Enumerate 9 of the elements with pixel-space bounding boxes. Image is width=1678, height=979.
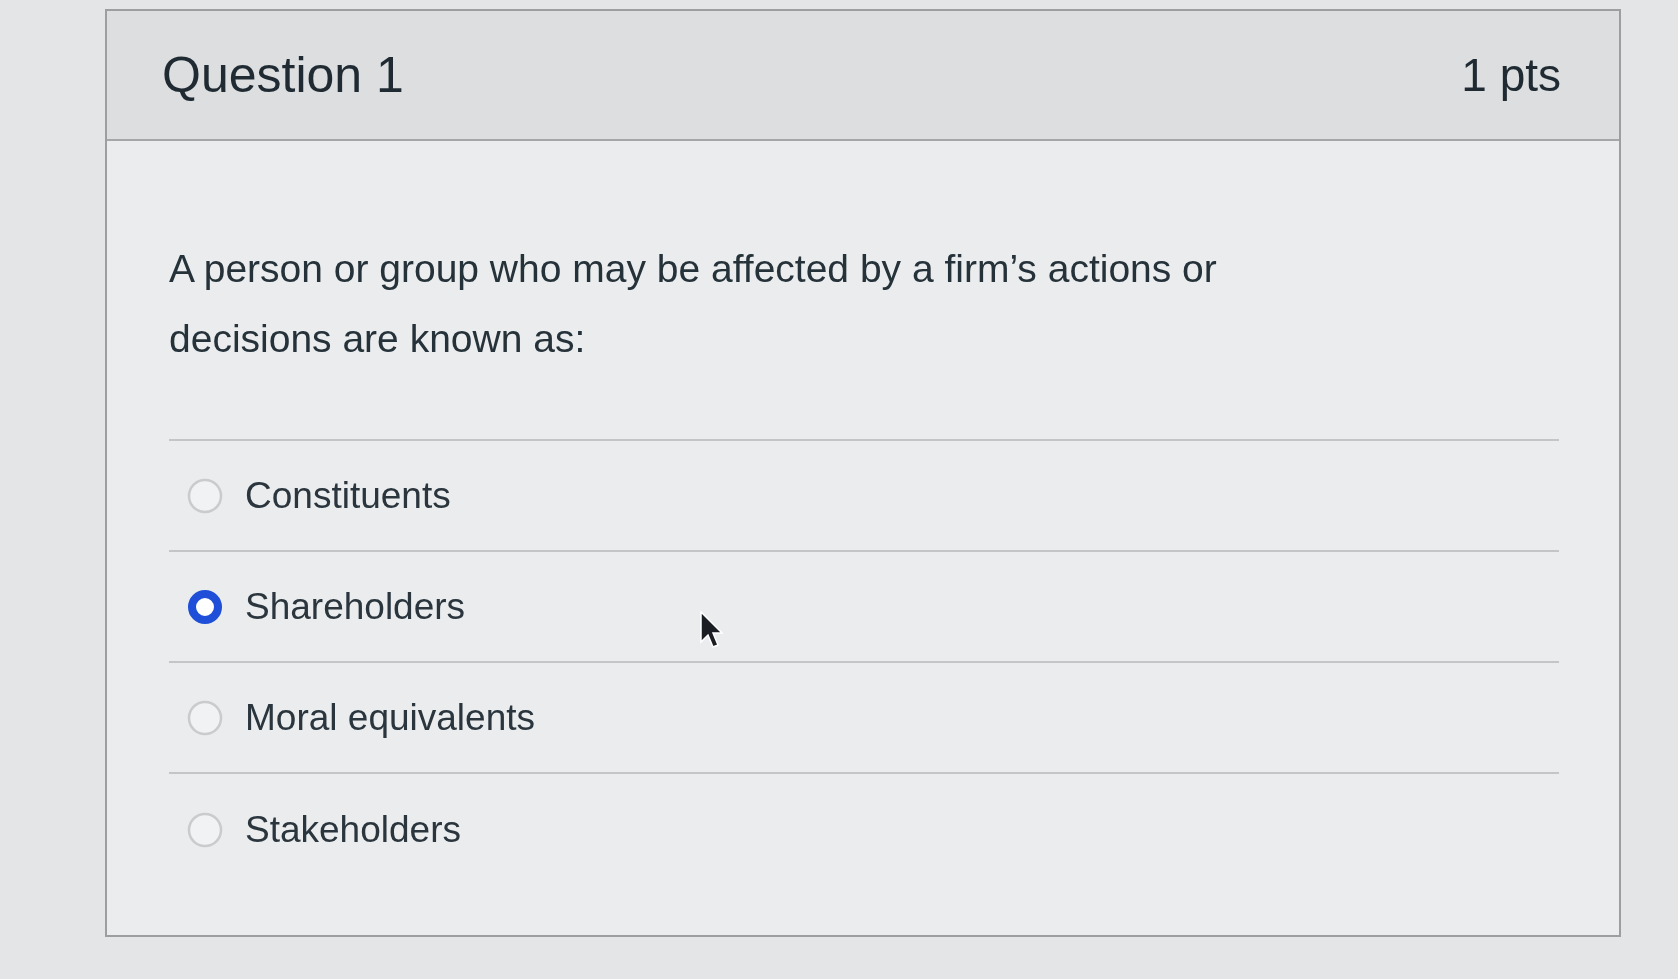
- answer-label[interactable]: Stakeholders: [245, 801, 461, 858]
- mouse-cursor-icon: [699, 610, 725, 650]
- answer-label[interactable]: Moral equivalents: [245, 689, 535, 746]
- question-text: A person or group who may be affected by a firm’s actions or decisions are known as:: [169, 246, 1218, 362]
- question-title: Question 1: [162, 45, 404, 105]
- radio-button[interactable]: [187, 588, 223, 625]
- answer-label[interactable]: Shareholders: [245, 578, 466, 635]
- answer-label[interactable]: Constituents: [245, 467, 451, 524]
- question-points: 1 pts: [1461, 47, 1561, 103]
